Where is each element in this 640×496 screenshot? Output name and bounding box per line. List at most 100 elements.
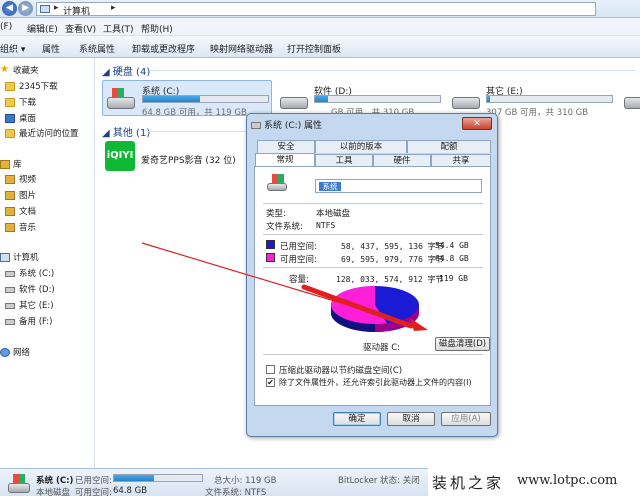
uninstall-program-button[interactable]: 卸载或更改程序 [132, 42, 195, 55]
filesystem-value: NTFS [316, 221, 336, 230]
menu-edit[interactable]: 编辑(E) [27, 22, 58, 35]
status-usage-bar [113, 474, 203, 482]
app-name[interactable]: 爱奇艺PPS影音 (32 位) [141, 153, 236, 166]
menu-file[interactable]: (F) [0, 22, 12, 32]
tab-security[interactable]: 安全 [257, 140, 315, 153]
capacity-bytes: 128, 033, 574, 912 字节 [336, 275, 444, 284]
chevron-right-icon[interactable]: ▸ [111, 3, 116, 13]
used-space-gb: 54.4 GB [435, 241, 469, 250]
drive-icon[interactable] [624, 97, 640, 109]
used-space-swatch [266, 240, 275, 249]
divider [148, 131, 248, 132]
index-checkbox[interactable]: ✔ [266, 378, 275, 387]
cancel-button[interactable]: 取消 [387, 412, 435, 426]
free-space-label: 可用空间: [280, 255, 317, 265]
windows-drive-icon [8, 474, 30, 493]
divider [263, 203, 483, 204]
tab-quota[interactable]: 配额 [407, 140, 491, 153]
capacity-gb: 119 GB [439, 274, 468, 283]
drive-free-c: 64.8 GB 可用，共 119 GB [142, 108, 247, 118]
system-properties-button[interactable]: 系统属性 [79, 42, 115, 55]
drive-label: 驱动器 C: [363, 343, 401, 353]
map-network-drive-button[interactable]: 映射网络驱动器 [210, 42, 273, 55]
drive-icon [5, 319, 15, 325]
watermark-url: www.lotpc.com [517, 473, 618, 488]
used-space-label: 已用空间: [280, 242, 317, 252]
folder-icon [5, 82, 15, 91]
windows-drive-icon [267, 174, 287, 191]
address-input[interactable]: ▸ 计算机 ▸ [36, 2, 596, 17]
divider [150, 70, 635, 71]
drive-usage-bar-d [314, 95, 441, 103]
status-bitlocker: BitLocker 状态: 关闭 [338, 476, 420, 486]
folder-icon [5, 98, 15, 107]
free-space-gb: 64.8 GB [435, 254, 469, 263]
ok-button[interactable]: 确定 [333, 412, 381, 426]
drive-name-input[interactable]: 系统 [315, 179, 482, 193]
tab-previous-versions[interactable]: 以前的版本 [315, 140, 407, 153]
type-value: 本地磁盘 [316, 209, 351, 219]
divider [263, 267, 483, 268]
drive-icon [5, 303, 15, 309]
organize-button[interactable]: 组织 ▾ [0, 42, 25, 55]
status-drive-name: 系统 (C:) [36, 476, 74, 486]
properties-dialog: 系统 (C:) 属性 ✕ 安全 以前的版本 配额 常规 工具 硬件 共享 系统 … [246, 113, 498, 437]
computer-icon [40, 5, 50, 13]
free-space-bytes: 69, 595, 979, 776 字节 [341, 255, 444, 264]
hdd-section-header[interactable]: ◢ 硬盘 (4) [102, 63, 150, 78]
collapse-icon: ◢ [102, 128, 113, 139]
status-filesystem: 文件系统: NTFS [205, 488, 267, 496]
address-bar: ◀ ▶ ▸ 计算机 ▸ [0, 0, 640, 18]
picture-icon [5, 191, 15, 200]
filesystem-label: 文件系统: [266, 222, 303, 232]
video-icon [5, 175, 15, 184]
drive-usage-bar-e [486, 95, 613, 103]
menu-help[interactable]: 帮助(H) [141, 22, 173, 35]
tab-general[interactable]: 常规 [255, 153, 315, 167]
navigation-pane: ★ 收藏夹 2345下载 下载 桌面 最近访问的位置 库 视频 图片 文档 音乐… [0, 58, 95, 468]
network-icon [0, 348, 10, 357]
drive-icon [280, 97, 308, 109]
windows-drive-icon [107, 88, 135, 109]
compress-label: 压缩此驱动器以节约磁盘空间(C) [279, 366, 403, 376]
open-control-panel-button[interactable]: 打开控制面板 [287, 42, 341, 55]
drive-usage-bar-c [142, 95, 269, 103]
music-icon [5, 223, 15, 232]
disk-cleanup-button[interactable]: 磁盘清理(D) [435, 337, 490, 351]
collapse-icon: ◢ [102, 67, 113, 78]
compress-checkbox[interactable] [266, 365, 275, 374]
star-icon: ★ [0, 64, 9, 75]
usage-pie-chart [331, 286, 419, 332]
used-space-bytes: 58, 437, 595, 136 字节 [341, 242, 444, 251]
address-path: 计算机 [63, 7, 91, 17]
forward-icon[interactable]: ▶ [18, 1, 33, 16]
drive-icon [5, 271, 15, 277]
chevron-right-icon: ▸ [54, 3, 59, 13]
free-space-swatch [266, 253, 275, 262]
status-used-label: 已用空间: [75, 476, 112, 486]
divider [263, 234, 483, 235]
index-label: 除了文件属性外，还允许索引此驱动器上文件的内容(I) [279, 378, 472, 387]
computer-icon [0, 253, 10, 262]
command-bar: 组织 ▾ 属性 系统属性 卸载或更改程序 映射网络驱动器 打开控制面板 [0, 36, 640, 58]
status-free-label: 可用空间: [75, 488, 112, 496]
watermark-cn: 装机之家 [432, 474, 505, 492]
other-section-header[interactable]: ◢ 其他 (1) [102, 124, 150, 139]
watermark: 装机之家 www.lotpc.com [428, 468, 640, 496]
status-free-value: 64.8 GB [113, 486, 148, 496]
drive-icon [452, 97, 480, 109]
iqiyi-icon[interactable]: iQIYI [105, 141, 135, 171]
type-label: 类型: [266, 209, 286, 219]
menu-view[interactable]: 查看(V) [65, 22, 96, 35]
menu-tools[interactable]: 工具(T) [103, 22, 134, 35]
drive-icon [251, 122, 261, 129]
general-tab-panel: 系统 类型: 本地磁盘 文件系统: NTFS 已用空间: 58, 437, 59… [254, 166, 491, 406]
desktop-icon [5, 114, 15, 123]
status-total: 总大小: 119 GB [214, 476, 277, 486]
properties-button[interactable]: 属性 [42, 42, 60, 55]
apply-button[interactable]: 应用(A) [441, 412, 491, 426]
back-icon[interactable]: ◀ [2, 1, 17, 16]
close-button[interactable]: ✕ [462, 117, 492, 130]
drive-free-e: 307 GB 可用，共 310 GB [486, 108, 589, 118]
recent-places-icon [5, 129, 15, 138]
